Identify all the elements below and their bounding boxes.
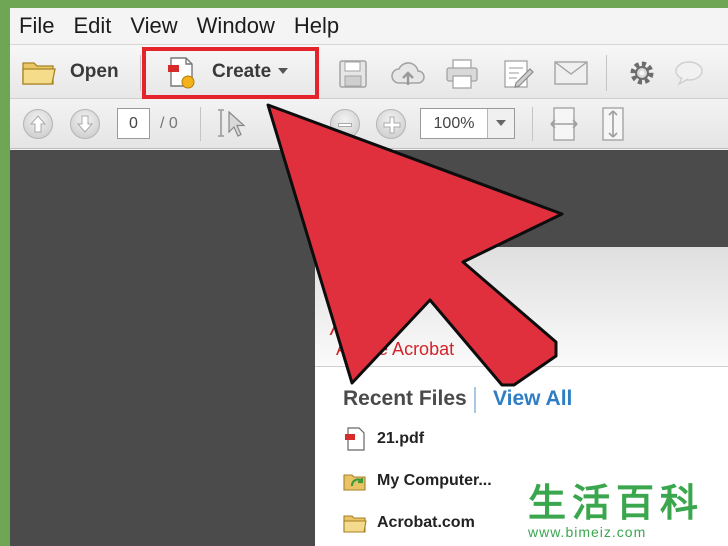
previous-page-button[interactable]	[23, 109, 53, 139]
zoom-dropdown[interactable]	[487, 109, 514, 138]
file-name: 21.pdf	[377, 430, 425, 447]
comment-icon[interactable]	[674, 60, 704, 86]
toolbar-divider	[606, 55, 607, 91]
next-page-button[interactable]	[70, 109, 100, 139]
file-name: My Computer...	[377, 472, 492, 489]
fit-width-icon[interactable]	[550, 107, 578, 141]
pdf-file-icon	[343, 427, 367, 451]
recent-files-title: Recent Files	[343, 387, 467, 410]
recent-file-item[interactable]: Acrobat.com	[343, 508, 475, 538]
menu-bar: File Edit View Window Help	[10, 8, 728, 44]
acrobat-window: File Edit View Window Help Open Create 0…	[10, 8, 728, 546]
arrow-down-icon	[77, 115, 93, 133]
cloud-upload-icon[interactable]	[390, 59, 426, 89]
menu-file[interactable]: File	[10, 8, 64, 44]
create-highlight-box	[142, 47, 319, 99]
gear-icon[interactable]	[628, 59, 656, 87]
menu-window[interactable]: Window	[188, 8, 285, 44]
toolbar-divider	[200, 107, 201, 141]
zoom-out-button[interactable]	[330, 109, 360, 139]
view-all-link[interactable]: View All	[493, 387, 572, 411]
email-icon[interactable]	[554, 61, 588, 85]
menu-view[interactable]: View	[121, 8, 187, 44]
folder-icon	[22, 58, 56, 86]
zoom-select[interactable]: 100%	[420, 108, 515, 139]
recent-file-item[interactable]: My Computer...	[343, 466, 492, 496]
recent-file-item[interactable]: 21.pdf	[343, 424, 424, 454]
open-label: Open	[70, 61, 119, 82]
main-toolbar: Open Create	[10, 44, 728, 99]
arrow-up-icon	[30, 115, 46, 133]
folder-icon	[343, 511, 367, 535]
page-number-input[interactable]: 0	[117, 108, 150, 139]
zoom-value: 100%	[433, 115, 475, 132]
watermark-characters: 生活百科	[528, 483, 705, 525]
file-name: Acrobat.com	[377, 514, 475, 531]
plus-icon	[383, 116, 401, 134]
watermark: 生活百科 www.bimeiz.com	[528, 484, 728, 546]
title-divider	[474, 387, 476, 413]
menu-help[interactable]: Help	[285, 8, 349, 44]
fit-page-icon[interactable]	[599, 107, 627, 141]
edit-document-icon[interactable]	[502, 58, 534, 90]
zoom-in-button[interactable]	[376, 109, 406, 139]
acrobat-logo-icon: /	[331, 311, 339, 341]
print-icon[interactable]	[445, 58, 479, 90]
save-icon[interactable]	[338, 59, 368, 89]
page-total: / 0	[160, 115, 178, 132]
chevron-down-icon	[496, 120, 506, 127]
navigation-toolbar: 0 / 0 100%	[10, 99, 728, 149]
folder-open-icon	[343, 469, 367, 493]
select-cursor-icon[interactable]	[218, 108, 248, 138]
watermark-url: www.bimeiz.com	[528, 524, 647, 540]
minus-icon	[338, 123, 352, 127]
menu-edit[interactable]: Edit	[64, 8, 121, 44]
toolbar-divider	[532, 107, 533, 141]
welcome-header: / Adobe Acrobat	[315, 247, 728, 367]
open-button[interactable]: Open	[14, 52, 134, 92]
brand-name: Adobe Acrobat	[336, 339, 455, 359]
toolbar-divider	[140, 55, 141, 91]
